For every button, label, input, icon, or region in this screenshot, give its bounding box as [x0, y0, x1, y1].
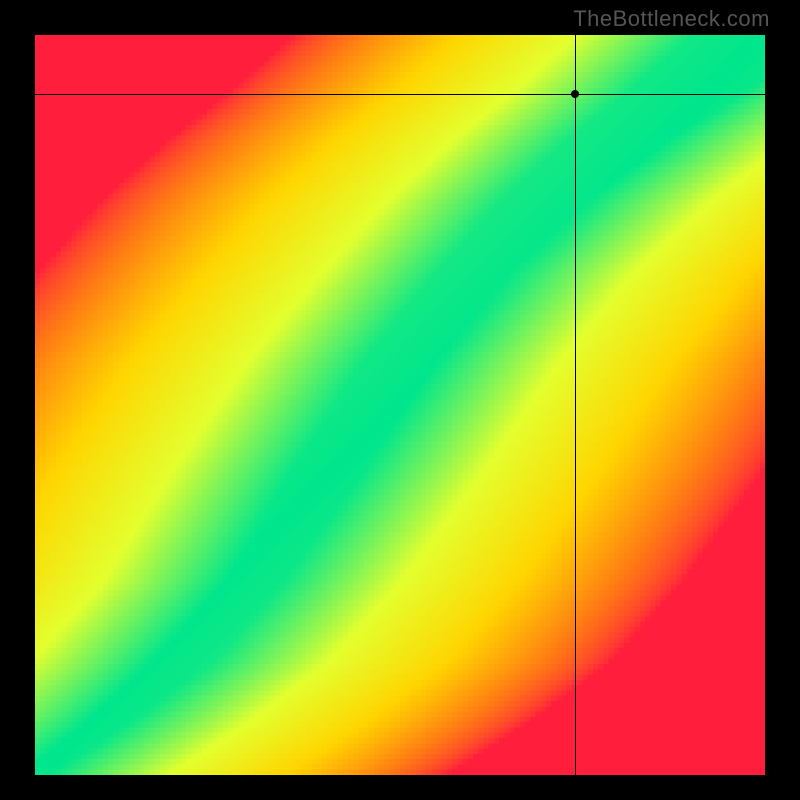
operating-point-marker	[571, 90, 579, 98]
watermark-text: TheBottleneck.com	[573, 6, 770, 32]
plot-area	[35, 35, 765, 775]
crosshair-horizontal	[35, 94, 765, 95]
chart-frame: TheBottleneck.com	[0, 0, 800, 800]
bottleneck-heatmap	[35, 35, 765, 775]
crosshair-vertical	[575, 35, 576, 775]
